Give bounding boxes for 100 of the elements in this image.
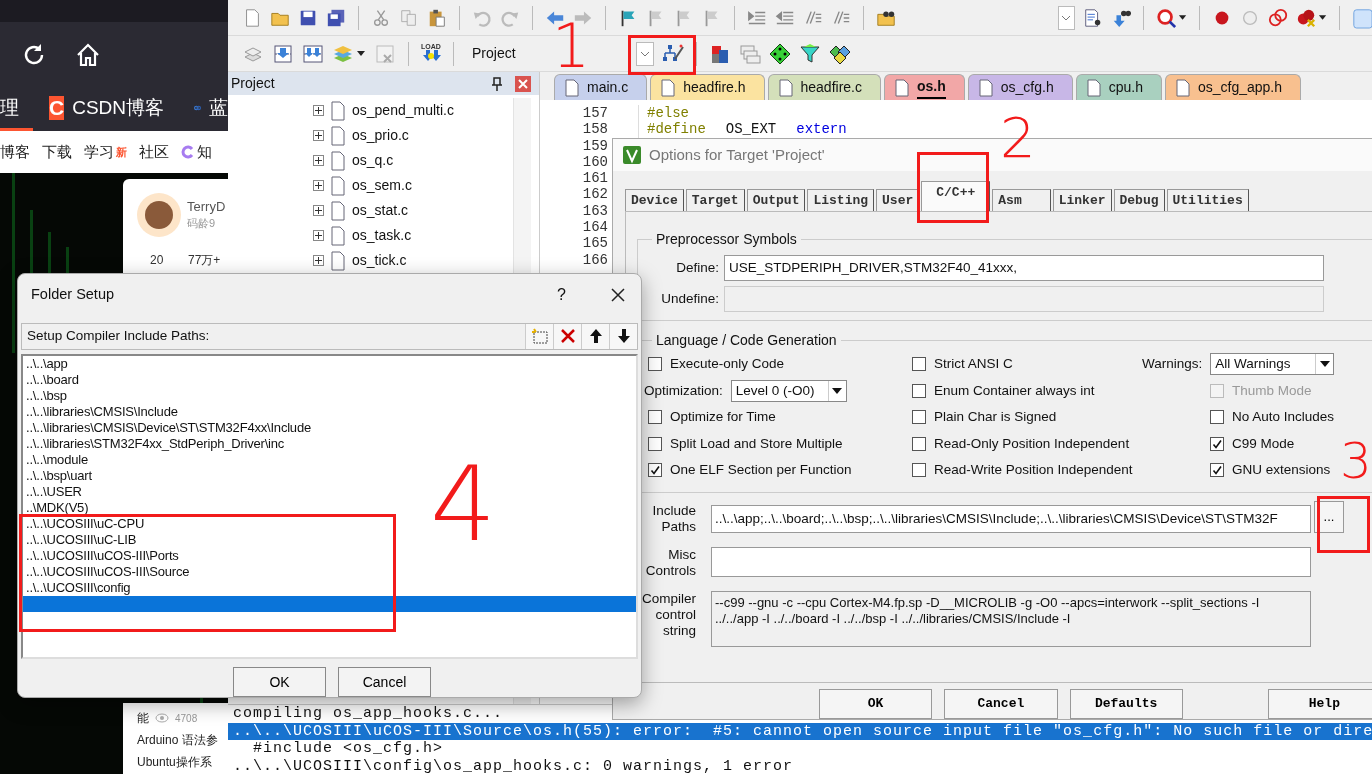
list-item[interactable]: ..\..\board [23, 371, 636, 388]
article-title[interactable]: Ubuntu操作系 [137, 753, 212, 771]
checkbox[interactable] [648, 463, 662, 478]
checkbox[interactable] [648, 410, 662, 425]
close-icon[interactable] [610, 286, 626, 303]
expand-icon[interactable] [313, 255, 324, 266]
bookmark-link[interactable]: CSDN博客 [72, 93, 164, 123]
dialog-button[interactable]: OK [233, 667, 326, 697]
tab[interactable]: C/C++ [921, 181, 991, 211]
editor-tab[interactable]: os_cfg_app.h [1164, 74, 1302, 100]
tree-item[interactable]: os_stat.c [352, 200, 409, 221]
dialog-button[interactable]: Help [1267, 689, 1372, 719]
list-item[interactable]: ..\..\libraries\STM32F4xx_StdPeriph_Driver\inc [23, 435, 636, 452]
list-item[interactable]: ..\..\libraries\CMSIS\Device\ST\STM32F4xx\Include [23, 419, 636, 436]
checkbox-label: Enum Container always int [934, 381, 1095, 400]
checkbox[interactable] [1210, 463, 1224, 478]
diamond-icon[interactable] [768, 42, 791, 65]
funnel-icon[interactable] [798, 42, 821, 65]
editor-tab[interactable]: cpu.h [1075, 74, 1162, 100]
dropdown[interactable]: All Warnings [1210, 353, 1335, 376]
checkbox[interactable] [912, 410, 926, 425]
checkbox[interactable] [648, 436, 662, 451]
line-number: 166 [581, 251, 608, 268]
checkbox[interactable] [912, 463, 926, 478]
tab[interactable]: Target [685, 189, 745, 211]
tab[interactable]: Device [625, 189, 684, 211]
output-line[interactable]: ..\..\UCOSIII\config\os_app_hooks.c: 0 warnings, 1 error [228, 757, 1372, 774]
checkbox[interactable] [1210, 410, 1224, 425]
tree-item[interactable]: os_task.c [352, 225, 412, 246]
tree-item[interactable]: os_prio.c [352, 125, 409, 146]
file-icon [330, 200, 346, 221]
list-item[interactable]: ..\..\bsp [23, 387, 636, 404]
list-item[interactable] [23, 595, 636, 612]
input-field[interactable]: ..\..\app;..\..\board;..\..\bsp;..\..\libraries\CMSIS\Include;..\..\libraries\CMSIS\Device\ST\STM32F [711, 504, 1311, 533]
tab[interactable]: Output [746, 189, 806, 211]
expand-icon[interactable] [313, 155, 324, 166]
checkbox[interactable] [648, 357, 662, 372]
eye-icon [155, 713, 169, 723]
build-icon[interactable] [272, 42, 294, 65]
checkbox[interactable] [912, 383, 926, 398]
expand-icon[interactable] [313, 180, 324, 191]
tab[interactable]: Utilities [1166, 189, 1249, 211]
tab[interactable]: Linker [1052, 189, 1112, 211]
browse-button[interactable]: ... [1314, 500, 1344, 533]
checkbox[interactable] [1210, 436, 1224, 451]
nav-link[interactable]: 知 [197, 140, 212, 164]
editor-tab[interactable]: headfire.c [767, 74, 881, 100]
checkbox[interactable] [912, 357, 926, 372]
dialog-button[interactable]: OK [819, 689, 933, 719]
editor-tab[interactable]: main.c [554, 74, 648, 100]
dialog-button[interactable]: Cancel [944, 689, 1058, 719]
dropdown[interactable]: Level 0 (-O0) [730, 379, 847, 402]
dialog-button[interactable]: Defaults [1069, 689, 1183, 719]
tree-item[interactable]: os_sem.c [352, 175, 412, 196]
tab[interactable]: Debug [1113, 189, 1165, 211]
input-field[interactable]: USE_STDPERIPH_DRIVER,STM32F40_41xxx, [724, 255, 1324, 281]
tab[interactable]: Listing [807, 189, 875, 211]
annotation-box [628, 35, 696, 75]
help-button[interactable]: ? [557, 282, 566, 307]
list-item[interactable]: ..\..\UCOSIII\config [23, 579, 636, 596]
pin-icon[interactable] [491, 76, 503, 91]
editor-tab[interactable]: os_cfg.h [967, 74, 1073, 100]
checkbox-label: Plain Char is Signed [934, 408, 1057, 427]
output-line[interactable]: #include <os_cfg.h> [228, 740, 1372, 758]
tab[interactable]: User [876, 189, 920, 211]
expand-icon[interactable] [313, 205, 324, 216]
tab[interactable]: Asm [992, 189, 1051, 211]
debug-search-icon[interactable] [1155, 6, 1176, 29]
author-name[interactable]: TerryD [187, 197, 226, 217]
input-field[interactable] [711, 546, 1311, 577]
nav-link[interactable]: 社区 [139, 140, 169, 164]
tree-item[interactable]: os_tick.c [352, 250, 407, 271]
checkbox-label: Split Load and Store Multiple [670, 434, 843, 453]
tree-item[interactable]: os_q.c [352, 150, 394, 171]
logo-icon [623, 146, 641, 164]
list-item[interactable]: ..\..\app [23, 355, 636, 372]
tree-item[interactable]: os_pend_multi.c [352, 100, 454, 121]
nav-link[interactable]: 博客 [0, 140, 30, 164]
nav-link[interactable]: 下载 [42, 140, 72, 164]
bookmark-link[interactable]: 理 [0, 93, 19, 123]
checkbox[interactable] [912, 436, 926, 451]
rebuild-icon[interactable] [302, 42, 324, 65]
article-title[interactable]: 能 [137, 709, 149, 727]
file-icon [661, 78, 676, 97]
list-item[interactable]: ..\..\libraries\CMSIS\Include [23, 403, 636, 420]
rings-icon[interactable] [1267, 6, 1288, 29]
bookmark-link[interactable]: 蓝 [209, 93, 228, 123]
editor-tab[interactable]: os.h [884, 74, 965, 100]
dialog-title: Options for Target 'Project' [649, 144, 825, 165]
article-title[interactable]: Arduino 语法参 [137, 731, 218, 749]
list-item[interactable]: ..\..\UCOSIII\uCOS-III\Source [23, 563, 636, 580]
editor-tab[interactable]: headfire.h [650, 74, 765, 100]
expand-icon[interactable] [313, 130, 324, 141]
avatar [137, 193, 181, 237]
expand-icon[interactable] [313, 230, 324, 241]
expand-icon[interactable] [313, 105, 324, 116]
dialog-button[interactable]: Cancel [338, 667, 431, 697]
nav-link[interactable]: 学习 [84, 140, 114, 164]
find-document-icon[interactable] [1082, 6, 1103, 29]
file-icon [330, 175, 346, 196]
